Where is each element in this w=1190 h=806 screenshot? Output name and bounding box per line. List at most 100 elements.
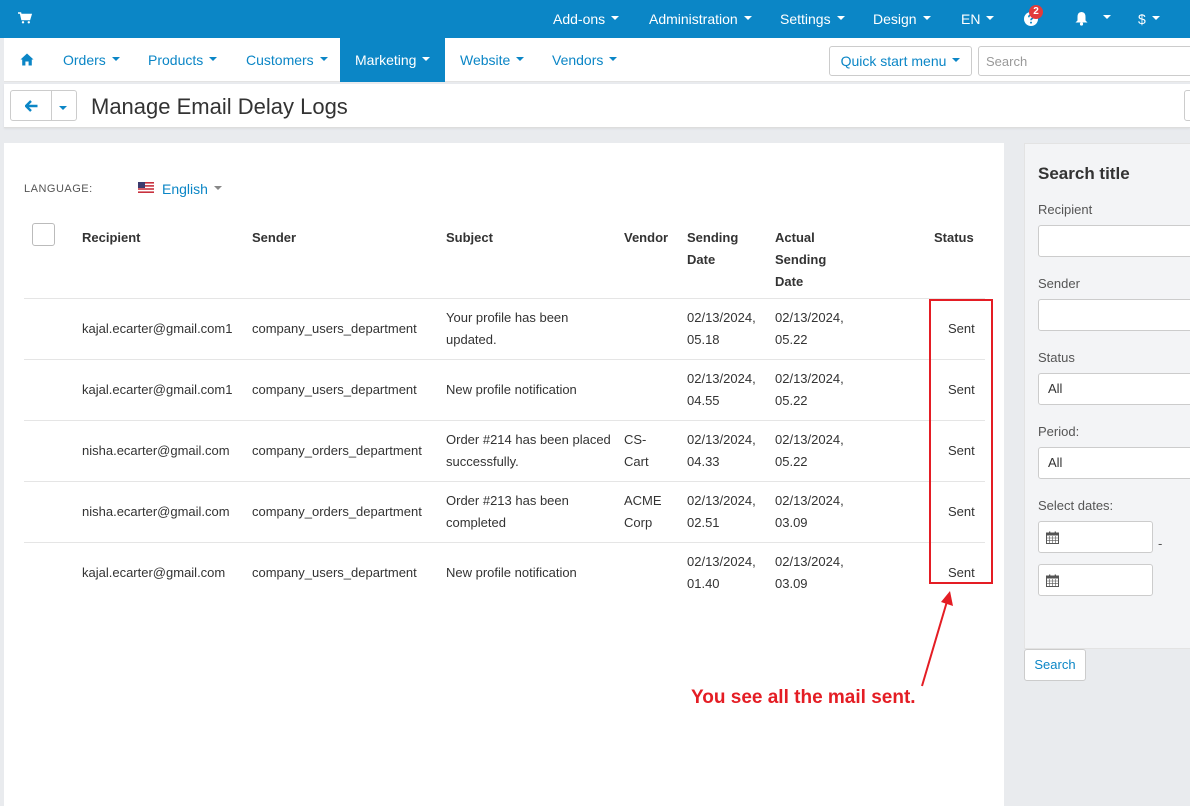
annotation-text: You see all the mail sent. bbox=[691, 687, 916, 708]
date-separator: - bbox=[1158, 536, 1163, 551]
cell-recipient: nisha.ecarter@gmail.com bbox=[82, 504, 230, 519]
cell-sending-date: 02/13/2024, 02.51 bbox=[687, 493, 756, 530]
search-button[interactable]: Search bbox=[1024, 649, 1086, 681]
nav-vendors[interactable]: Vendors bbox=[537, 38, 632, 82]
cell-actual-sending-date: 02/13/2024, 05.22 bbox=[775, 432, 844, 469]
annotation-arrow-icon bbox=[921, 591, 953, 687]
nav-website-label: Website bbox=[460, 52, 511, 68]
nav-customers[interactable]: Customers bbox=[231, 38, 343, 82]
cell-subject: Your profile has been updated. bbox=[446, 310, 569, 347]
cell-sender: company_orders_department bbox=[252, 443, 422, 458]
menu-currency[interactable]: $ bbox=[1138, 11, 1160, 27]
chevron-down-icon bbox=[319, 57, 328, 62]
cell-actual-sending-date: 02/13/2024, 05.22 bbox=[775, 371, 844, 408]
main-nav: Orders Products Customers Marketing Webs… bbox=[4, 38, 1190, 82]
period-select[interactable]: All bbox=[1038, 447, 1190, 479]
menu-language-label: EN bbox=[961, 11, 981, 27]
back-button[interactable] bbox=[10, 90, 52, 121]
chevron-down-icon bbox=[1102, 14, 1111, 19]
cell-sender: company_users_department bbox=[252, 321, 417, 336]
cell-sending-date: 02/13/2024, 04.55 bbox=[687, 371, 756, 408]
sidebar-title: Search title bbox=[1038, 164, 1130, 183]
nav-orders[interactable]: Orders bbox=[48, 38, 135, 82]
cell-sender: company_users_department bbox=[252, 565, 417, 580]
page-actions-button[interactable] bbox=[1184, 90, 1190, 121]
menu-design-label: Design bbox=[873, 11, 917, 27]
logs-panel: LANGUAGE: English Recipient Sender Subje… bbox=[4, 143, 1004, 806]
table-row[interactable]: nisha.ecarter@gmail.com company_orders_d… bbox=[4, 421, 1004, 482]
back-dropdown-button[interactable] bbox=[51, 90, 77, 121]
nav-vendors-label: Vendors bbox=[552, 52, 604, 68]
sender-label: Sender bbox=[1038, 276, 1080, 291]
chevron-down-icon bbox=[952, 58, 961, 63]
calendar-icon bbox=[1046, 531, 1059, 544]
cell-subject: New profile notification bbox=[446, 382, 577, 397]
chevron-down-icon bbox=[609, 57, 618, 62]
header-sender[interactable]: Sender bbox=[252, 227, 296, 249]
chevron-down-icon bbox=[111, 57, 120, 62]
menu-settings[interactable]: Settings bbox=[780, 11, 845, 27]
cell-actual-sending-date: 02/13/2024, 03.09 bbox=[775, 493, 844, 530]
cell-vendor: ACME Corp bbox=[624, 493, 662, 530]
top-bar: Add-ons Administration Settings Design E… bbox=[0, 0, 1190, 38]
chevron-down-icon bbox=[922, 16, 931, 21]
date-from-input[interactable] bbox=[1038, 521, 1153, 553]
search-sidebar: Search title Recipient Sender Status All… bbox=[1024, 143, 1190, 649]
header-subject[interactable]: Subject bbox=[446, 227, 493, 249]
table-row[interactable]: kajal.ecarter@gmail.com company_users_de… bbox=[4, 543, 1004, 604]
dates-label: Select dates: bbox=[1038, 498, 1114, 513]
menu-language[interactable]: EN bbox=[961, 11, 995, 27]
cell-subject: Order #213 has been completed bbox=[446, 493, 569, 530]
nav-marketing[interactable]: Marketing bbox=[340, 38, 445, 82]
table-row[interactable]: kajal.ecarter@gmail.com1 company_users_d… bbox=[4, 360, 1004, 421]
date-to-input[interactable] bbox=[1038, 564, 1153, 596]
menu-administration-label: Administration bbox=[649, 11, 738, 27]
nav-products[interactable]: Products bbox=[133, 38, 232, 82]
chevron-down-icon bbox=[836, 16, 845, 21]
table-row[interactable]: nisha.ecarter@gmail.com company_orders_d… bbox=[4, 482, 1004, 543]
quick-start-menu-button[interactable]: Quick start menu bbox=[829, 46, 972, 76]
us-flag-icon bbox=[138, 182, 154, 193]
menu-design[interactable]: Design bbox=[873, 11, 931, 27]
cell-subject: New profile notification bbox=[446, 565, 577, 580]
nav-website[interactable]: Website bbox=[445, 38, 539, 82]
cart-icon[interactable] bbox=[18, 12, 32, 24]
cell-sender: company_users_department bbox=[252, 382, 417, 397]
language-select[interactable]: English bbox=[162, 181, 222, 197]
header-status[interactable]: Status bbox=[934, 227, 974, 249]
chevron-down-icon bbox=[209, 57, 218, 62]
sender-input[interactable] bbox=[1038, 299, 1190, 331]
cell-actual-sending-date: 02/13/2024, 03.09 bbox=[775, 554, 844, 591]
cell-recipient: kajal.ecarter@gmail.com1 bbox=[82, 321, 233, 336]
status-select[interactable]: All bbox=[1038, 373, 1190, 405]
table-row[interactable]: kajal.ecarter@gmail.com1 company_users_d… bbox=[4, 299, 1004, 360]
menu-addons[interactable]: Add-ons bbox=[553, 11, 620, 27]
cell-recipient: kajal.ecarter@gmail.com bbox=[82, 565, 226, 580]
cell-subject: Order #214 has been placed successfully. bbox=[446, 432, 611, 469]
cell-sending-date: 02/13/2024, 01.40 bbox=[687, 554, 756, 591]
menu-currency-label: $ bbox=[1138, 11, 1146, 27]
select-all-checkbox[interactable] bbox=[32, 223, 55, 246]
header-actual-sending-date[interactable]: Actual Sending Date bbox=[775, 227, 840, 293]
bell-icon bbox=[1075, 12, 1088, 26]
cell-recipient: nisha.ecarter@gmail.com bbox=[82, 443, 230, 458]
chevron-down-icon bbox=[516, 57, 525, 62]
language-label: LANGUAGE: bbox=[24, 183, 93, 195]
header-recipient[interactable]: Recipient bbox=[82, 227, 141, 249]
header-vendor[interactable]: Vendor bbox=[624, 227, 668, 249]
cell-sending-date: 02/13/2024, 04.33 bbox=[687, 432, 756, 469]
menu-addons-label: Add-ons bbox=[553, 11, 606, 27]
global-search-input[interactable] bbox=[978, 46, 1190, 76]
notifications-menu[interactable] bbox=[1074, 11, 1111, 29]
recipient-input[interactable] bbox=[1038, 225, 1190, 257]
notification-badge: 2 bbox=[1029, 5, 1043, 19]
nav-customers-label: Customers bbox=[246, 52, 314, 68]
header-sending-date[interactable]: Sending Date bbox=[687, 227, 757, 271]
status-highlight-box bbox=[929, 299, 993, 584]
chevron-down-icon bbox=[213, 186, 222, 191]
title-bar: Manage Email Delay Logs bbox=[4, 84, 1190, 128]
cell-vendor: CS-Cart bbox=[624, 432, 649, 469]
home-icon[interactable] bbox=[20, 53, 34, 66]
recipient-label: Recipient bbox=[1038, 202, 1093, 217]
menu-administration[interactable]: Administration bbox=[649, 11, 752, 27]
